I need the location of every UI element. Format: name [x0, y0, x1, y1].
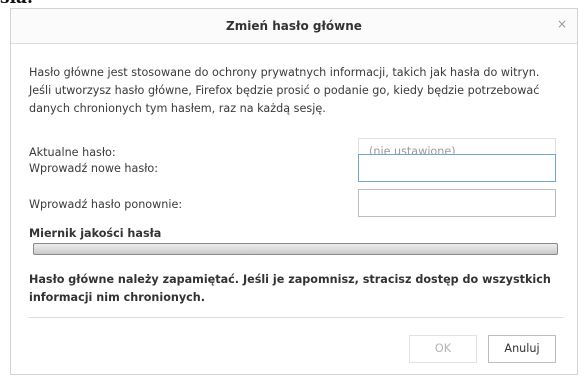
- footer-divider: [29, 317, 563, 318]
- repeat-password-input[interactable]: [358, 189, 556, 217]
- dialog-title: Zmień hasło główne: [226, 19, 362, 33]
- current-password-label: Aktualne hasło:: [29, 146, 116, 159]
- new-password-input[interactable]: [358, 154, 556, 182]
- password-warning-text: Hasło główne należy zapamiętać. Jeśli je…: [29, 273, 551, 304]
- dialog-description: Hasło główne jest stosowane do ochrony p…: [29, 66, 540, 115]
- change-master-password-dialog: Zmień hasło główne × Hasło główne jest s…: [10, 8, 578, 375]
- close-icon[interactable]: ×: [555, 17, 569, 31]
- password-quality-label: Miernik jakości hasła: [29, 227, 162, 240]
- new-password-label: Wprowadź nowe hasło:: [29, 162, 158, 175]
- page-fragment-text: sia.: [0, 0, 33, 8]
- repeat-password-label: Wprowadź hasło ponownie:: [29, 198, 183, 211]
- cancel-button[interactable]: Anuluj: [488, 335, 556, 363]
- password-quality-meter: [33, 243, 558, 255]
- ok-button[interactable]: OK: [409, 335, 477, 363]
- dialog-titlebar: Zmień hasło główne ×: [11, 9, 577, 44]
